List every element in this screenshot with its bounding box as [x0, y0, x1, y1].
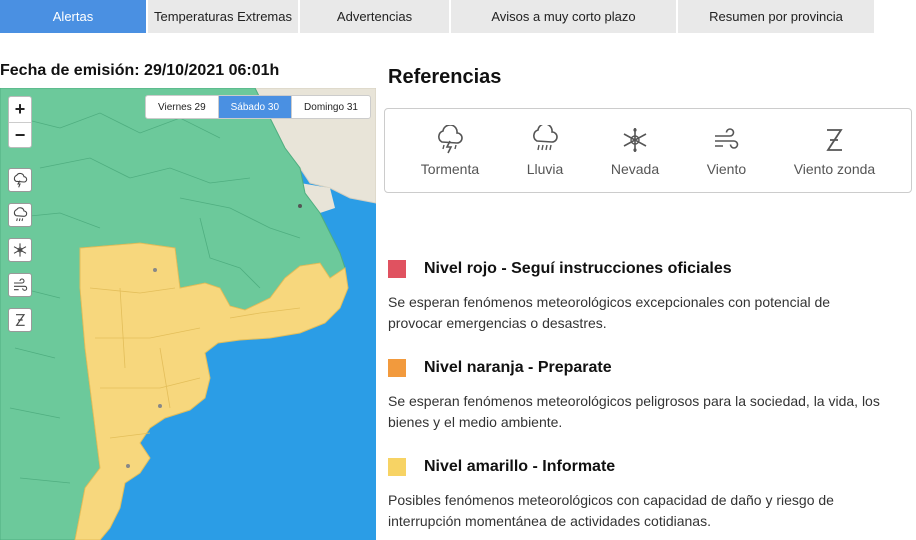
day-selector: Viernes 29 Sábado 30 Domingo 31 — [145, 95, 371, 119]
level-title: Nivel amarillo - Informate — [424, 458, 616, 475]
rain-icon — [533, 124, 558, 150]
level-swatch — [388, 458, 406, 476]
city-dot — [126, 464, 130, 468]
level-orange: Nivel naranja - Preparate Se esperan fen… — [388, 359, 888, 433]
zonda-wind-icon — [826, 128, 844, 151]
wind-icon — [14, 278, 28, 291]
level-header: Nivel naranja - Preparate — [388, 359, 888, 377]
reference-label: Lluvia — [526, 160, 564, 177]
level-swatch — [388, 260, 406, 278]
snow-icon — [13, 243, 27, 257]
level-header: Nivel rojo - Seguí instrucciones oficial… — [388, 260, 888, 278]
rain-icon — [13, 207, 28, 222]
reference-label: Viento zonda — [793, 160, 876, 177]
level-swatch — [388, 359, 406, 377]
tab-spacer — [876, 0, 916, 33]
phenomenon-filter — [8, 168, 32, 343]
level-red: Nivel rojo - Seguí instrucciones oficial… — [388, 260, 888, 334]
zoom-control: + − — [8, 96, 32, 148]
level-description: Posibles fenómenos meteorológicos con ca… — [388, 492, 834, 529]
wind-filter-button[interactable] — [8, 273, 32, 297]
tab-avisos-corto-plazo[interactable]: Avisos a muy corto plazo — [451, 0, 678, 33]
reference-zonda[interactable]: Viento zonda — [794, 125, 875, 177]
snow-icon — [623, 127, 647, 152]
reference-label: Nevada — [610, 160, 660, 177]
zoom-out-button[interactable]: − — [9, 122, 31, 147]
top-tabs: Alertas Temperaturas Extremas Advertenci… — [0, 0, 916, 33]
day-button-viernes[interactable]: Viernes 29 — [146, 96, 219, 118]
tab-advertencias[interactable]: Advertencias — [300, 0, 451, 33]
reference-label: Viento — [706, 160, 747, 177]
snow-filter-button[interactable] — [8, 238, 32, 262]
storm-icon — [13, 172, 28, 188]
city-dot — [153, 268, 157, 272]
level-header: Nivel amarillo - Informate — [388, 458, 888, 476]
reference-rain[interactable]: Lluvia — [526, 124, 564, 177]
rain-filter-button[interactable] — [8, 203, 32, 227]
day-button-sabado[interactable]: Sábado 30 — [218, 96, 293, 118]
alert-map[interactable]: Viernes 29 Sábado 30 Domingo 31 + − — [0, 88, 376, 540]
zoom-in-button[interactable]: + — [9, 97, 31, 122]
issue-date: Fecha de emisión: 29/10/2021 06:01h — [0, 62, 280, 79]
map-canvas[interactable] — [0, 88, 376, 540]
tab-resumen-provincia[interactable]: Resumen por provincia — [678, 0, 876, 33]
level-title: Nivel rojo - Seguí instrucciones oficial… — [424, 260, 732, 277]
city-dot — [298, 204, 302, 208]
storm-filter-button[interactable] — [8, 168, 32, 192]
wind-icon — [715, 127, 739, 149]
reference-label: Tormenta — [420, 160, 480, 177]
zonda-wind-icon — [15, 314, 26, 326]
reference-snow[interactable]: Nevada — [611, 125, 659, 177]
day-button-domingo[interactable]: Domingo 31 — [292, 96, 370, 118]
city-dot — [158, 404, 162, 408]
zonda-filter-button[interactable] — [8, 308, 32, 332]
reference-storm[interactable]: Tormenta — [420, 124, 480, 177]
level-yellow: Nivel amarillo - Informate Posibles fenó… — [388, 458, 888, 532]
references-box: Tormenta Lluvia Nevada Viento Viento zon… — [384, 108, 912, 193]
storm-icon — [438, 124, 463, 153]
level-title: Nivel naranja - Preparate — [424, 359, 612, 376]
reference-wind[interactable]: Viento — [707, 125, 746, 177]
tab-temperaturas-extremas[interactable]: Temperaturas Extremas — [148, 0, 300, 33]
tab-alertas[interactable]: Alertas — [0, 0, 148, 33]
level-description: Se esperan fenómenos meteorológicos exce… — [388, 294, 831, 331]
level-description: Se esperan fenómenos meteorológicos peli… — [388, 393, 880, 430]
references-title: Referencias — [388, 66, 502, 88]
